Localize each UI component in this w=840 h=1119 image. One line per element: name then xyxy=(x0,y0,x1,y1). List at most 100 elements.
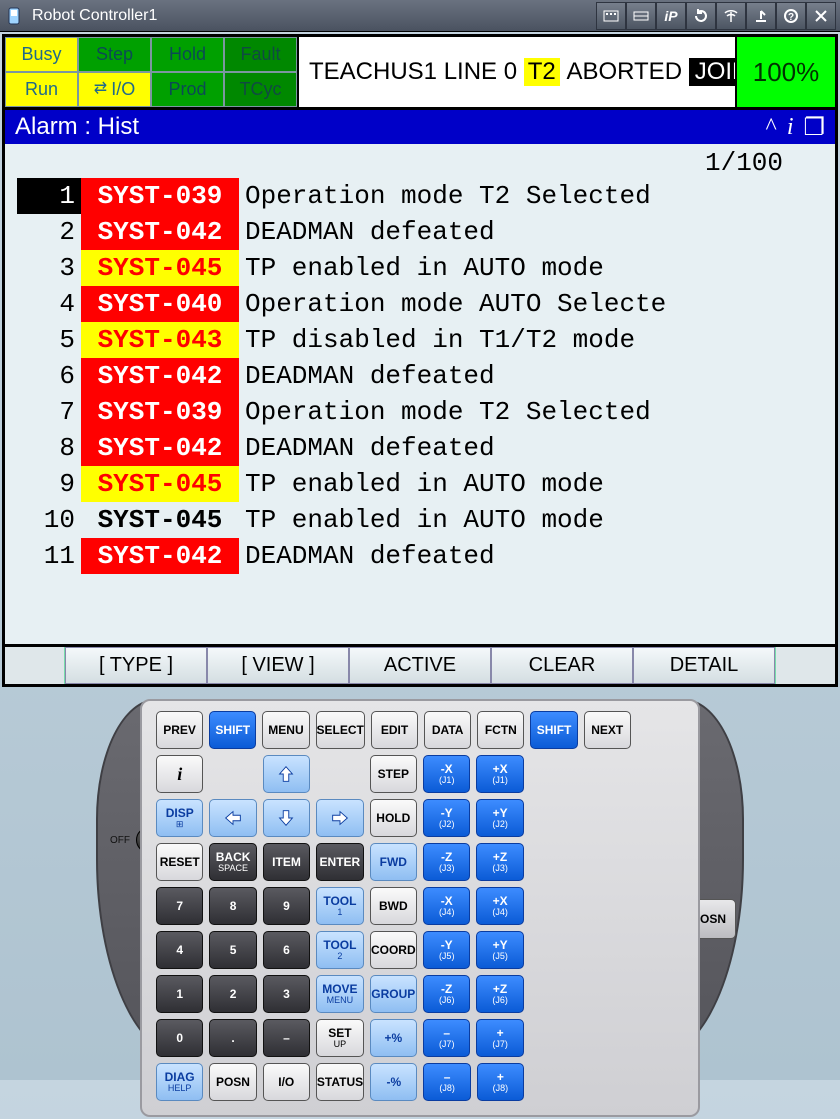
fwd-key[interactable]: FWD xyxy=(370,843,417,881)
backspace-key[interactable]: BACKSPACE xyxy=(209,843,256,881)
num-1-key[interactable]: 1 xyxy=(156,975,203,1013)
posn-key[interactable]: POSN xyxy=(209,1063,256,1101)
alarm-code: SYST-039 xyxy=(81,178,239,214)
edit-key[interactable]: EDIT xyxy=(371,711,418,749)
alarm-row[interactable]: 6SYST-042DEADMAN defeated xyxy=(17,358,823,394)
arrow-left-key[interactable] xyxy=(209,799,256,837)
jog-neg-y-key[interactable]: -Y(J2) xyxy=(423,799,470,837)
alarm-index: 6 xyxy=(17,358,81,394)
osk-icon[interactable] xyxy=(626,2,656,30)
shift-right-key[interactable]: SHIFT xyxy=(530,711,577,749)
diag-help-key[interactable]: DIAGHELP xyxy=(156,1063,203,1101)
jog-neg-j5-key[interactable]: -Y(J5) xyxy=(423,931,470,969)
group-key[interactable]: GROUP xyxy=(370,975,417,1013)
num-8-key[interactable]: 8 xyxy=(209,887,256,925)
fn-detail[interactable]: DETAIL xyxy=(633,647,775,684)
tool2-key[interactable]: TOOL2 xyxy=(316,931,363,969)
help-icon[interactable]: ? xyxy=(776,2,806,30)
jog-pos-y-key[interactable]: +Y(J2) xyxy=(476,799,523,837)
export-icon[interactable] xyxy=(746,2,776,30)
enter-key[interactable]: ENTER xyxy=(316,843,363,881)
num-7-key[interactable]: 7 xyxy=(156,887,203,925)
jog-neg-j4-key[interactable]: -X(J4) xyxy=(423,887,470,925)
jog-pos-j6-key[interactable]: +Z(J6) xyxy=(476,975,523,1013)
setup-key[interactable]: SETUP xyxy=(316,1019,363,1057)
keyboard-icon[interactable] xyxy=(596,2,626,30)
alarm-index: 11 xyxy=(17,538,81,574)
close-icon[interactable] xyxy=(806,2,836,30)
num-dot-key[interactable]: . xyxy=(209,1019,256,1057)
jog-pos-j4-key[interactable]: +X(J4) xyxy=(476,887,523,925)
alarm-row[interactable]: 9SYST-045TP enabled in AUTO mode xyxy=(17,466,823,502)
titlebar: Robot Controller1 iP ? xyxy=(0,0,840,32)
hold-key[interactable]: HOLD xyxy=(370,799,417,837)
info-icon[interactable]: i xyxy=(787,114,794,141)
io-key[interactable]: I/O xyxy=(263,1063,310,1101)
collapse-icon[interactable]: ^ xyxy=(766,114,777,141)
menu-key[interactable]: MENU xyxy=(262,711,309,749)
item-key[interactable]: ITEM xyxy=(263,843,310,881)
alarm-row[interactable]: 7SYST-039Operation mode T2 Selected xyxy=(17,394,823,430)
override-down-key[interactable]: -% xyxy=(370,1063,417,1101)
ip-icon[interactable]: iP xyxy=(656,2,686,30)
app-icon xyxy=(4,6,24,26)
fn-type[interactable]: [ TYPE ] xyxy=(65,647,207,684)
num-9-key[interactable]: 9 xyxy=(263,887,310,925)
fctn-key[interactable]: FCTN xyxy=(477,711,524,749)
bwd-key[interactable]: BWD xyxy=(370,887,417,925)
next-key[interactable]: NEXT xyxy=(584,711,631,749)
jog-neg-j8-key[interactable]: –(J8) xyxy=(423,1063,470,1101)
alarm-message: Operation mode T2 Selected xyxy=(239,178,823,214)
function-key-row: [ TYPE ] [ VIEW ] ACTIVE CLEAR DETAIL xyxy=(5,644,835,684)
jog-pos-j8-key[interactable]: +(J8) xyxy=(477,1063,524,1101)
info-key[interactable]: i xyxy=(156,755,203,793)
alarm-row[interactable]: 2SYST-042DEADMAN defeated xyxy=(17,214,823,250)
alarm-message: DEADMAN defeated xyxy=(239,430,823,466)
coord-key[interactable]: COORD xyxy=(370,931,417,969)
num-5-key[interactable]: 5 xyxy=(209,931,256,969)
window-split-icon[interactable]: ❐ xyxy=(803,113,825,142)
num-minus-key[interactable]: – xyxy=(263,1019,310,1057)
num-3-key[interactable]: 3 xyxy=(263,975,310,1013)
prev-key[interactable]: PREV xyxy=(156,711,203,749)
jog-pos-j5-key[interactable]: +Y(J5) xyxy=(476,931,523,969)
alarm-row[interactable]: 8SYST-042DEADMAN defeated xyxy=(17,430,823,466)
status-io: ⇄ I/O xyxy=(78,72,151,107)
jog-pos-z-key[interactable]: +Z(J3) xyxy=(476,843,523,881)
alarm-row[interactable]: 4SYST-040Operation mode AUTO Selecte xyxy=(17,286,823,322)
jog-pos-j7-key[interactable]: +(J7) xyxy=(476,1019,523,1057)
status-key[interactable]: STATUS xyxy=(316,1063,364,1101)
arrow-down-key[interactable] xyxy=(263,799,310,837)
num-2-key[interactable]: 2 xyxy=(209,975,256,1013)
status-mode: T2 xyxy=(524,58,560,86)
alarm-row[interactable]: 3SYST-045TP enabled in AUTO mode xyxy=(17,250,823,286)
alarm-row[interactable]: 5SYST-043TP disabled in T1/T2 mode xyxy=(17,322,823,358)
step-key[interactable]: STEP xyxy=(370,755,417,793)
jog-pos-x-key[interactable]: +X(J1) xyxy=(476,755,523,793)
arrow-right-key[interactable] xyxy=(316,799,363,837)
num-4-key[interactable]: 4 xyxy=(156,931,203,969)
fn-active[interactable]: ACTIVE xyxy=(349,647,491,684)
num-0-key[interactable]: 0 xyxy=(156,1019,203,1057)
jog-neg-x-key[interactable]: -X(J1) xyxy=(423,755,470,793)
alarm-row[interactable]: 1SYST-039Operation mode T2 Selected xyxy=(17,178,823,214)
move-menu-key[interactable]: MOVEMENU xyxy=(316,975,363,1013)
num-6-key[interactable]: 6 xyxy=(263,931,310,969)
refresh-icon[interactable] xyxy=(686,2,716,30)
data-key[interactable]: DATA xyxy=(424,711,471,749)
alarm-row[interactable]: 11SYST-042DEADMAN defeated xyxy=(17,538,823,574)
tool1-key[interactable]: TOOL1 xyxy=(316,887,363,925)
arrow-up-key[interactable] xyxy=(263,755,310,793)
disp-key[interactable]: DISP⊞ xyxy=(156,799,203,837)
override-up-key[interactable]: +% xyxy=(370,1019,417,1057)
select-key[interactable]: SELECT xyxy=(316,711,365,749)
fn-view[interactable]: [ VIEW ] xyxy=(207,647,349,684)
jog-neg-j7-key[interactable]: –(J7) xyxy=(423,1019,470,1057)
jog-neg-j6-key[interactable]: -Z(J6) xyxy=(423,975,470,1013)
reset-key[interactable]: RESET xyxy=(156,843,203,881)
shift-left-key[interactable]: SHIFT xyxy=(209,711,256,749)
jog-neg-z-key[interactable]: -Z(J3) xyxy=(423,843,470,881)
alarm-row[interactable]: 10SYST-045TP enabled in AUTO mode xyxy=(17,502,823,538)
fn-clear[interactable]: CLEAR xyxy=(491,647,633,684)
wireless-icon[interactable] xyxy=(716,2,746,30)
